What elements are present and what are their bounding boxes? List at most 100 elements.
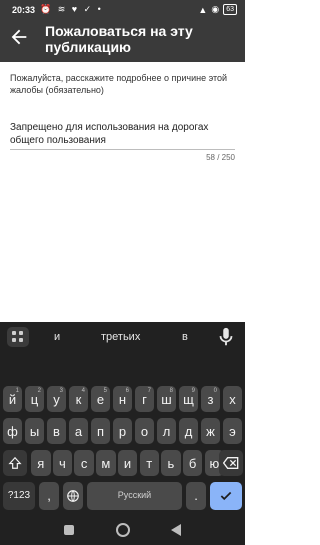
key-label: б	[188, 456, 197, 471]
backspace-icon	[223, 457, 239, 469]
suggestion-2[interactable]: третьих	[101, 331, 140, 343]
status-time: 20:33	[12, 5, 36, 15]
key-hint: 7	[147, 388, 151, 394]
key-ш[interactable]: ш8	[157, 386, 176, 412]
back-arrow-icon[interactable]	[8, 26, 30, 48]
key-label: л	[162, 424, 171, 439]
enter-key[interactable]	[210, 482, 242, 510]
key-х[interactable]: х	[223, 386, 242, 412]
key-к[interactable]: к4	[69, 386, 88, 412]
character-counter: 58 / 250	[206, 153, 235, 162]
key-label: к	[75, 392, 82, 407]
key-я[interactable]: я	[31, 450, 51, 476]
key-в[interactable]: в	[47, 418, 66, 444]
key-label: о	[140, 424, 149, 439]
key-у[interactable]: у3	[47, 386, 66, 412]
key-hint: 5	[103, 388, 107, 394]
apps-grid-icon[interactable]	[7, 327, 29, 347]
app-bar: Пожаловаться на эту публикацию	[0, 20, 245, 62]
recents-square-icon[interactable]	[64, 525, 74, 535]
key-label: ж	[206, 424, 215, 439]
key-о[interactable]: о	[135, 418, 154, 444]
signal-icon: ▲	[198, 4, 208, 15]
key-label: ь	[167, 456, 175, 471]
suggestion-1[interactable]: и	[54, 331, 60, 343]
key-ч[interactable]: ч	[52, 450, 73, 476]
key-м[interactable]: м	[96, 450, 116, 476]
suggestion-strip: и третьих в	[0, 322, 245, 352]
microphone-icon[interactable]	[215, 326, 237, 348]
key-а[interactable]: а	[69, 418, 88, 444]
key-label: ч	[59, 456, 66, 471]
space-key[interactable]: Русский	[87, 482, 182, 510]
key-ы[interactable]: ы	[25, 418, 44, 444]
key-hint: 8	[169, 388, 173, 394]
key-label: у	[53, 392, 60, 407]
period-key[interactable]: .	[186, 482, 206, 510]
key-л[interactable]: л	[157, 418, 176, 444]
page-title: Пожаловаться на эту публикацию	[45, 23, 193, 55]
notification-icons: ⏰ ≋ ♥ ✓ •	[40, 4, 103, 14]
key-ф[interactable]: ф	[3, 418, 22, 444]
key-label: г	[142, 392, 147, 407]
key-label: щ	[183, 392, 194, 407]
globe-icon	[67, 490, 79, 502]
report-reason-input[interactable]: Запрещено для использования на дорогах о…	[10, 121, 235, 147]
backspace-key[interactable]	[219, 450, 243, 476]
back-triangle-icon[interactable]	[171, 524, 181, 536]
key-ц[interactable]: ц2	[25, 386, 44, 412]
key-label: с	[80, 456, 88, 471]
key-label: н	[118, 392, 127, 407]
key-label: д	[184, 424, 193, 439]
key-label: ш	[161, 392, 172, 407]
status-bar: 20:33 ⏰ ≋ ♥ ✓ • ▲ ◉ 63	[0, 0, 245, 20]
language-key[interactable]	[63, 482, 83, 510]
key-hint: 9	[191, 388, 195, 394]
key-и[interactable]: и	[117, 450, 138, 476]
key-label: п	[96, 424, 105, 439]
key-й[interactable]: й1	[3, 386, 22, 412]
key-б[interactable]: б	[182, 450, 203, 476]
checkmark-icon	[220, 491, 232, 501]
key-label: т	[146, 456, 153, 471]
key-hint: 1	[15, 388, 19, 394]
key-label: ц	[30, 392, 39, 407]
navigation-bar	[0, 515, 245, 545]
shift-icon	[8, 456, 22, 469]
suggestion-3[interactable]: в	[182, 331, 188, 343]
key-р[interactable]: р	[113, 418, 132, 444]
key-э[interactable]: э	[223, 418, 242, 444]
key-е[interactable]: е5	[91, 386, 110, 412]
key-н[interactable]: н6	[113, 386, 132, 412]
key-hint: 6	[125, 388, 129, 394]
key-п[interactable]: п	[91, 418, 110, 444]
key-з[interactable]: з0	[201, 386, 220, 412]
shift-key[interactable]	[3, 450, 27, 476]
wifi-icon: ◉	[211, 4, 220, 14]
key-label: м	[101, 456, 111, 471]
key-щ[interactable]: щ9	[179, 386, 198, 412]
key-ж[interactable]: ж	[201, 418, 220, 444]
status-right-icons: ▲ ◉ 63	[198, 4, 237, 15]
key-label: х	[229, 392, 236, 407]
key-label: р	[118, 424, 127, 439]
top-bar: 20:33 ⏰ ≋ ♥ ✓ • ▲ ◉ 63 Пожаловаться на э…	[0, 0, 245, 62]
key-т[interactable]: т	[139, 450, 159, 476]
home-circle-icon[interactable]	[116, 523, 130, 537]
key-д[interactable]: д	[179, 418, 198, 444]
keyboard: и третьих в й1ц2у3к4е5н6г7ш8щ9з0х фывапр…	[0, 322, 245, 515]
input-underline	[10, 149, 235, 150]
key-с[interactable]: с	[74, 450, 94, 476]
key-label: ы	[29, 424, 40, 439]
key-label: я	[37, 456, 45, 471]
key-label: з	[207, 392, 214, 407]
key-ь[interactable]: ь	[161, 450, 181, 476]
key-label: и	[123, 456, 132, 471]
key-label: в	[53, 424, 60, 439]
key-г[interactable]: г7	[135, 386, 154, 412]
comma-key[interactable]: ,	[39, 482, 59, 510]
key-label: ф	[7, 424, 18, 439]
key-hint: 4	[81, 388, 85, 394]
battery-icon: 63	[223, 4, 237, 15]
symbols-key[interactable]: ?123	[3, 482, 35, 510]
